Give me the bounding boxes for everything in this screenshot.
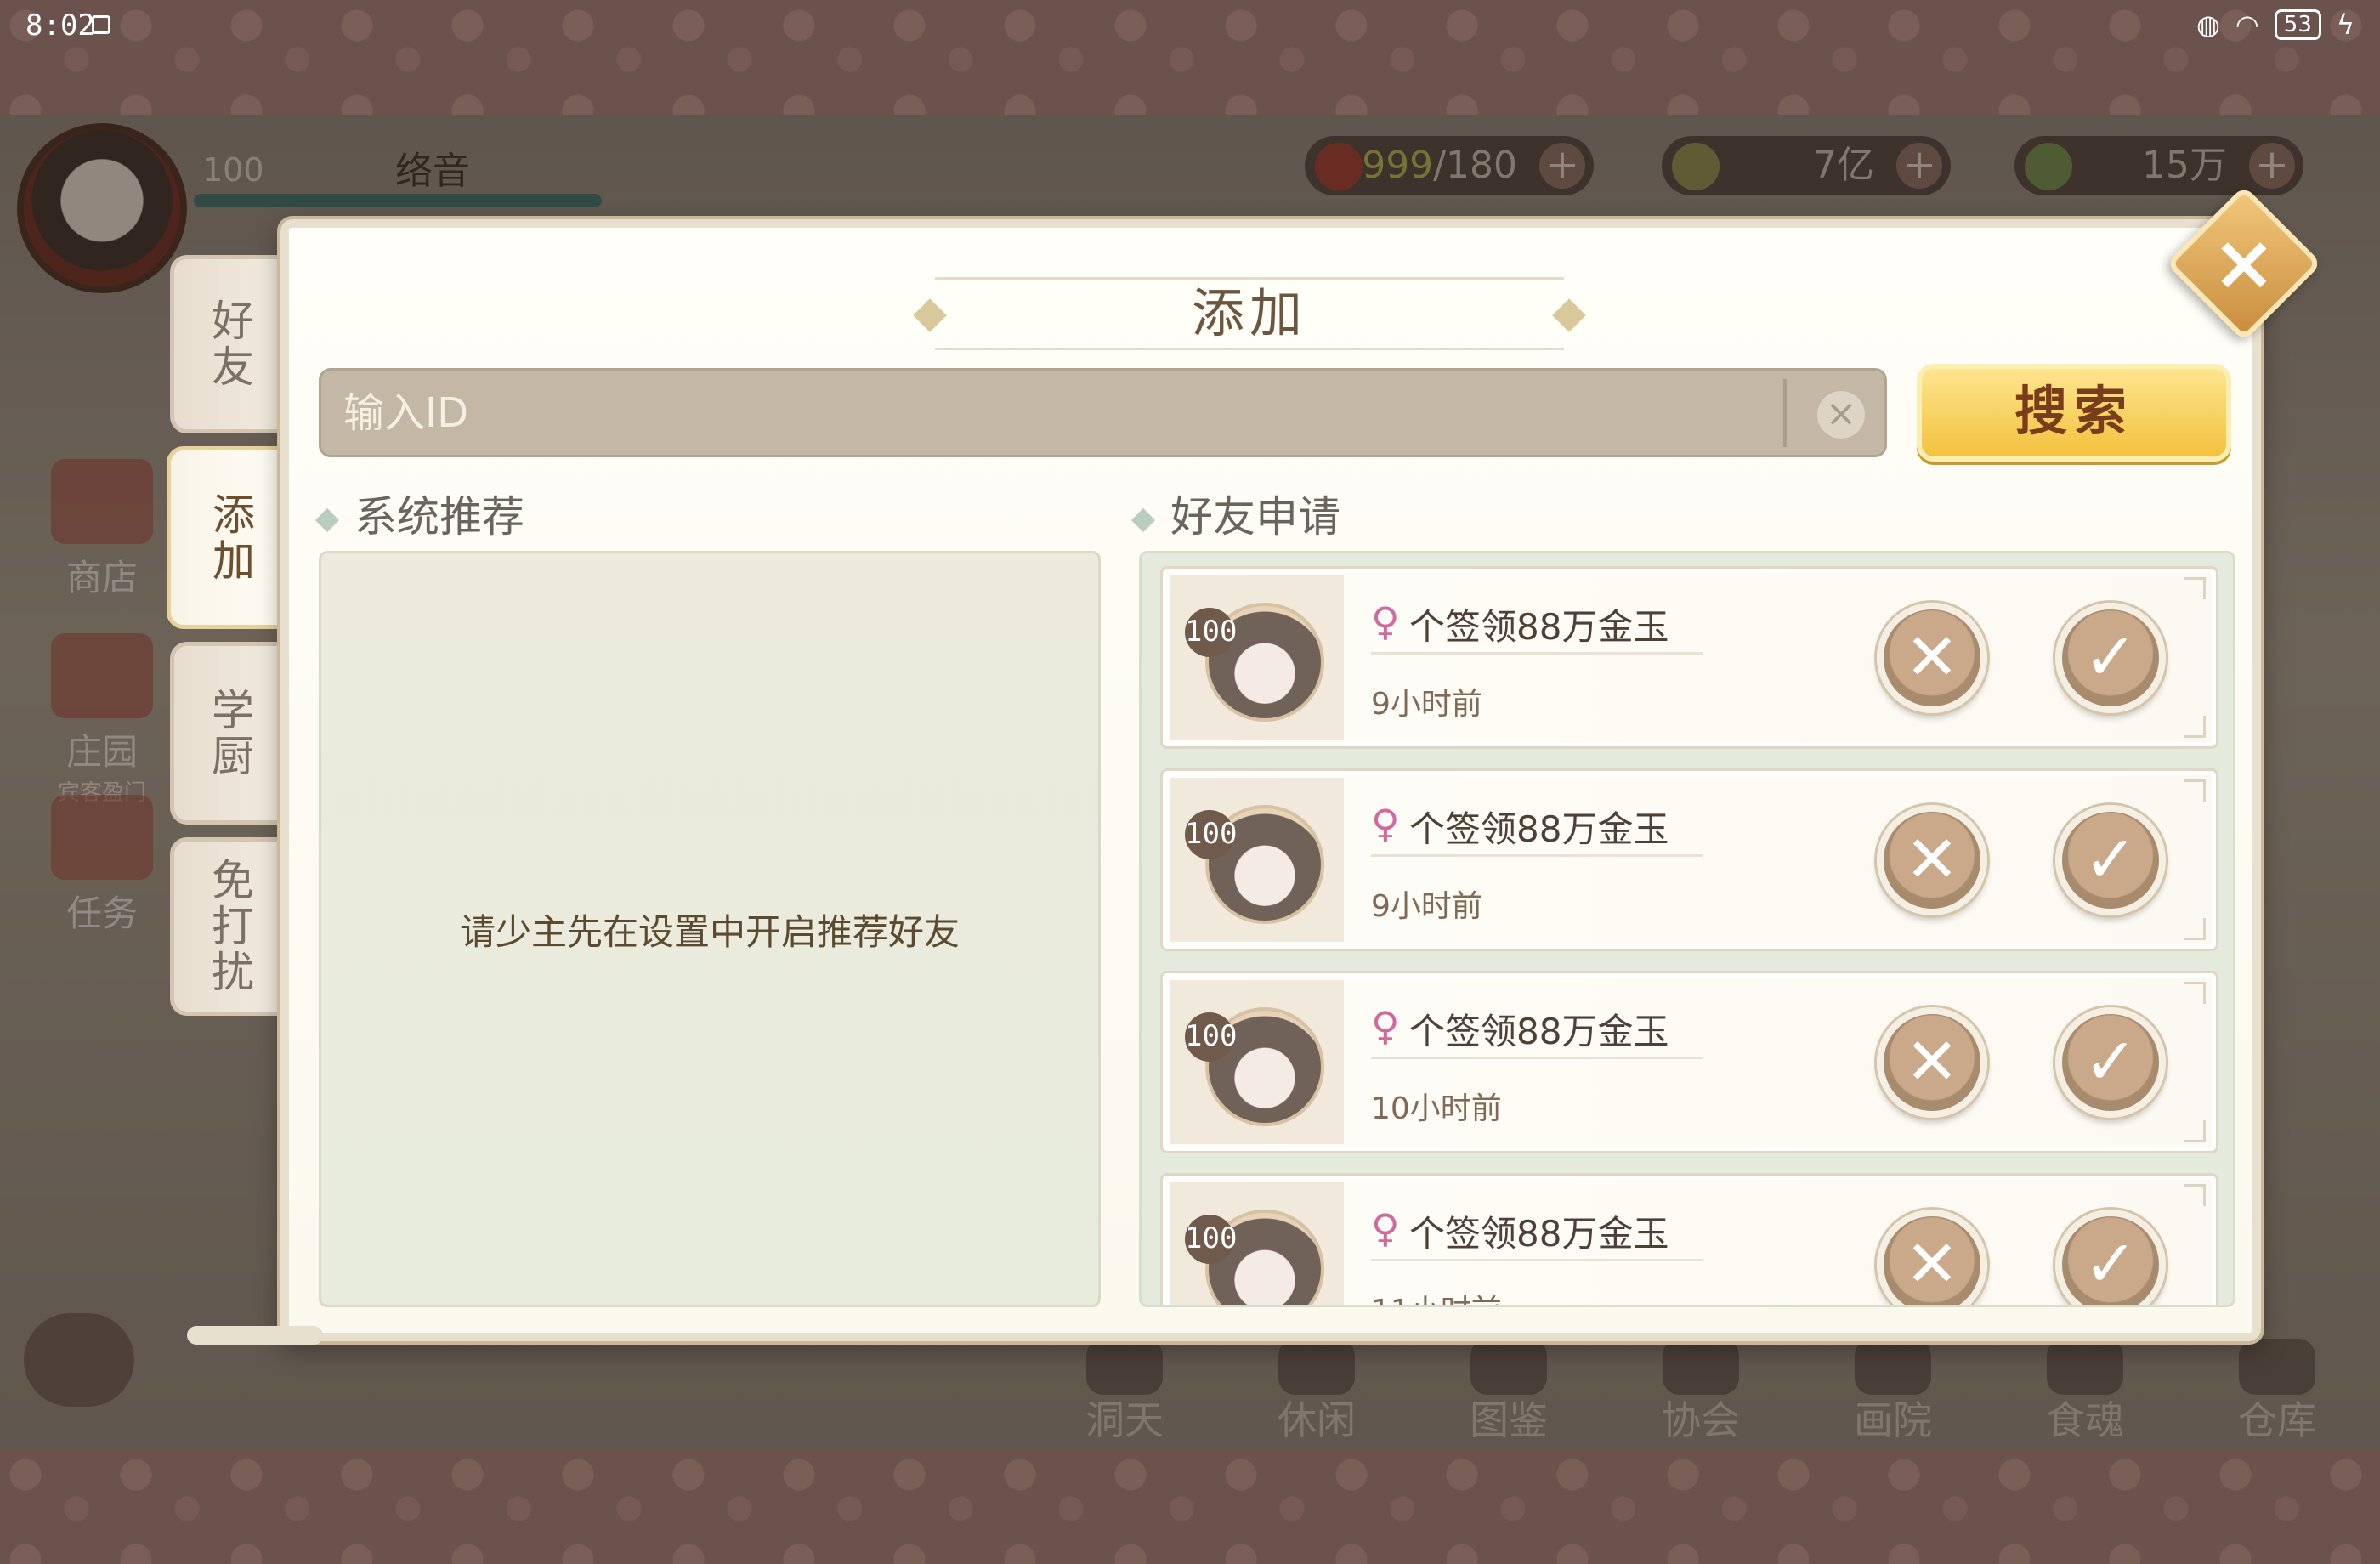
diamond-bullet-icon <box>1130 507 1156 532</box>
divider <box>1371 652 1703 654</box>
corner-ornament <box>2184 982 2206 1004</box>
search-divider <box>1783 379 1787 447</box>
ornament-icon <box>1552 298 1586 332</box>
level-badge: 100 <box>1185 608 1237 657</box>
divider <box>1371 1259 1703 1261</box>
clear-search-button[interactable]: × <box>1817 391 1865 439</box>
add-friend-panel: 添加 × 搜索 系统推荐 好友申请 请少主先在设置中开启推荐好友 100 ♀ 个… <box>280 219 2261 1341</box>
divider <box>1371 854 1703 857</box>
panel-title: 添加 <box>913 277 1586 350</box>
female-icon: ♀ <box>1371 598 1400 644</box>
divider <box>1371 1057 1703 1059</box>
corner-ornament <box>2184 1120 2206 1142</box>
accept-button[interactable]: ✓ <box>2055 1007 2166 1118</box>
accept-button[interactable]: ✓ <box>2055 603 2166 713</box>
wifi-icon: ◠ <box>2235 8 2259 41</box>
recommend-title-text: 系统推荐 <box>354 492 524 541</box>
scroll-handle <box>187 1326 323 1345</box>
avatar-frame: 100 <box>1170 575 1344 740</box>
request-time: 9小时前 <box>1371 687 1482 722</box>
level-badge: 100 <box>1185 1215 1237 1264</box>
requests-title-text: 好友申请 <box>1170 492 1340 541</box>
corner-ornament <box>2184 1184 2206 1206</box>
tab-friends[interactable]: 好友 <box>170 255 289 434</box>
status-bar: 8:02 ◍ ◠ 53 ϟ <box>0 0 2380 115</box>
friend-request-item: 100 ♀ 个签领88万金玉 10小时前 ✕ ✓ <box>1160 971 2218 1153</box>
close-icon: × <box>2212 218 2276 308</box>
requester-name: 个签领88万金玉 <box>1409 808 1669 850</box>
request-time: 9小时前 <box>1371 889 1482 924</box>
level-badge: 100 <box>1185 1012 1237 1062</box>
nfc-icon: ◍ <box>2196 8 2220 41</box>
reject-button[interactable]: ✕ <box>1877 1210 1987 1305</box>
accept-button[interactable]: ✓ <box>2055 805 2166 915</box>
bottom-frame <box>0 1449 2380 1564</box>
corner-ornament <box>2184 577 2206 599</box>
reject-button[interactable]: ✕ <box>1877 805 1987 915</box>
request-time: 11小时前 <box>1371 1286 1502 1305</box>
friend-request-item: 100 ♀ 个签领88万金玉 9小时前 ✕ ✓ <box>1160 566 2218 749</box>
panel-title-text: 添加 <box>1191 282 1307 344</box>
requester-name: 个签领88万金玉 <box>1409 1213 1669 1255</box>
female-icon: ♀ <box>1371 801 1400 847</box>
recommend-section-title: 系统推荐 <box>314 483 524 544</box>
recommend-empty-message: 请少主先在设置中开启推荐好友 <box>459 910 960 953</box>
notification-icon <box>92 15 110 34</box>
tab-do-not-disturb[interactable]: 免打扰 <box>170 837 289 1016</box>
avatar-frame: 100 <box>1170 1182 1344 1305</box>
status-icons: ◍ ◠ 53 ϟ <box>2196 8 2354 41</box>
avatar-frame: 100 <box>1170 980 1344 1144</box>
avatar-frame: 100 <box>1170 778 1344 942</box>
search-input[interactable] <box>321 371 1766 455</box>
request-time: 10小时前 <box>1371 1091 1502 1126</box>
accept-button[interactable]: ✓ <box>2055 1210 2166 1305</box>
female-icon: ♀ <box>1371 1205 1400 1251</box>
tab-learn-cooking[interactable]: 学厨 <box>170 642 289 824</box>
level-badge: 100 <box>1185 810 1237 859</box>
friend-request-list[interactable]: 100 ♀ 个签领88万金玉 9小时前 ✕ ✓ 100 ♀ 个签领88万金玉 9… <box>1139 551 2236 1307</box>
requester-name: 个签领88万金玉 <box>1409 606 1669 648</box>
friend-request-item: 100 ♀ 个签领88万金玉 11小时前 ✕ ✓ <box>1160 1173 2218 1305</box>
status-time: 8:02 <box>26 8 95 42</box>
requests-section-title: 好友申请 <box>1130 483 1340 544</box>
search-field: × <box>319 368 1887 457</box>
reject-button[interactable]: ✕ <box>1877 1007 1987 1118</box>
search-button[interactable]: 搜索 <box>1917 364 2231 462</box>
corner-ornament <box>2184 716 2206 738</box>
corner-ornament <box>2184 918 2206 940</box>
friend-request-item: 100 ♀ 个签领88万金玉 9小时前 ✕ ✓ <box>1160 768 2218 951</box>
battery-icon: 53 <box>2274 9 2321 40</box>
reject-button[interactable]: ✕ <box>1877 603 1987 713</box>
diamond-bullet-icon <box>314 507 340 532</box>
tab-add[interactable]: 添加 <box>167 446 294 629</box>
ornament-icon <box>913 298 947 332</box>
corner-ornament <box>2184 779 2206 802</box>
charging-icon: ϟ <box>2336 8 2354 41</box>
female-icon: ♀ <box>1371 1003 1400 1049</box>
requester-name: 个签领88万金玉 <box>1409 1011 1669 1052</box>
recommend-list: 请少主先在设置中开启推荐好友 <box>319 551 1101 1307</box>
